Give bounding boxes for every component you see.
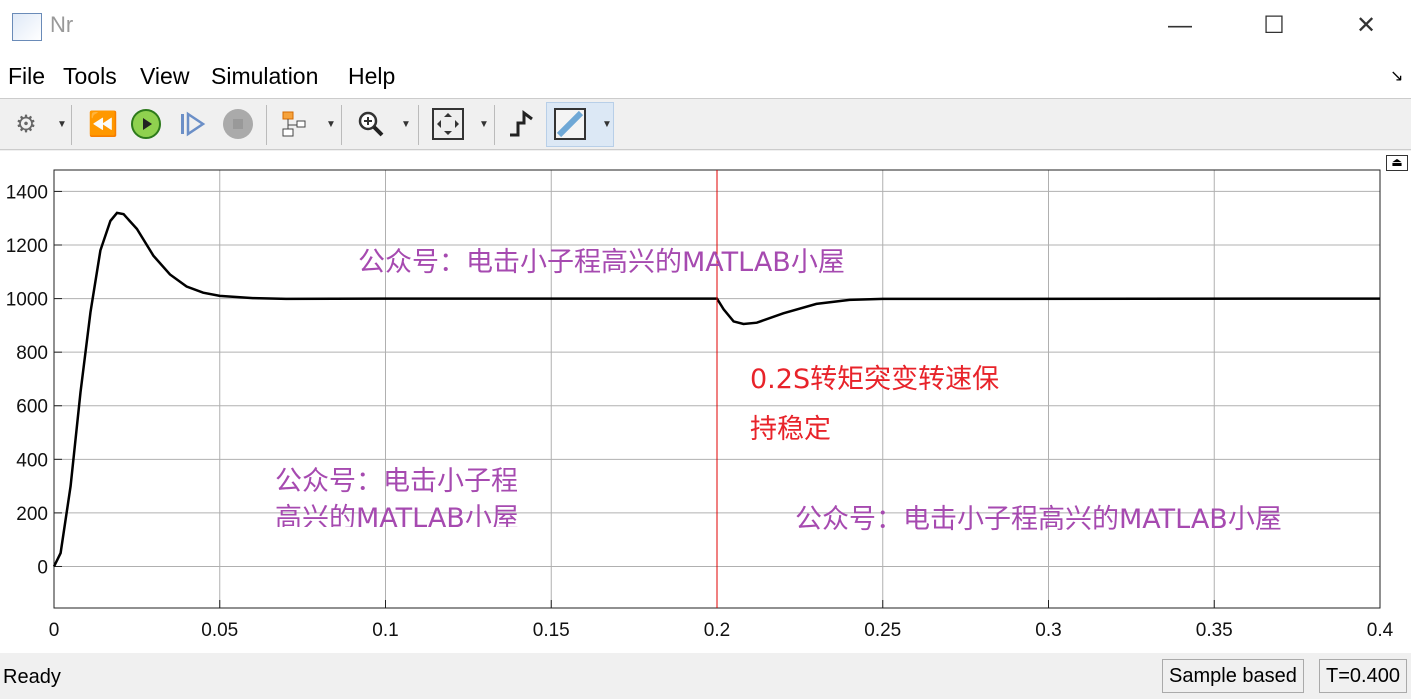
annotation-line: 0.2S转矩突变转速保	[750, 364, 1000, 395]
status-text: Ready	[3, 666, 61, 688]
watermark-line: 公众号：电击小子程	[275, 466, 518, 497]
y-tick-label: 800	[16, 343, 48, 364]
sim-time-indicator: T=0.400	[1319, 659, 1407, 693]
x-tick-label: 0.3	[1035, 620, 1061, 641]
y-tick-label: 0	[37, 557, 48, 578]
x-tick-label: 0.1	[372, 620, 398, 641]
x-tick-label: 0.2	[704, 620, 730, 641]
y-tick-label: 400	[16, 450, 48, 471]
watermark-text: 公众号：电击小子程高兴的MATLAB小屋	[795, 504, 1282, 535]
watermark-block: 公众号：电击小子程 高兴的MATLAB小屋	[275, 465, 519, 527]
y-tick-label: 1000	[6, 290, 48, 311]
scope-chart: 0 0.05 0.1 0.15 0.2 0.25 0.3 0.35 0.4 0 200 400 600 8…	[6, 169, 1394, 641]
x-tick-label: 0.25	[864, 620, 901, 641]
y-tick-label: 1200	[6, 236, 48, 257]
x-tick-label: 0.05	[201, 620, 238, 641]
y-tick-label: 1400	[6, 182, 48, 203]
annotation-line: 持稳定	[750, 414, 831, 445]
watermark-line: 高兴的MATLAB小屋	[275, 503, 519, 527]
x-tick-label: 0	[49, 620, 60, 641]
sample-mode-indicator: Sample based	[1162, 659, 1304, 693]
watermark-text: 公众号：电击小子程高兴的MATLAB小屋	[358, 247, 845, 278]
x-tick-label: 0.35	[1196, 620, 1233, 641]
y-tick-label: 200	[16, 504, 48, 525]
y-tick-label: 600	[16, 397, 48, 418]
x-tick-label: 0.4	[1367, 620, 1394, 641]
x-tick-label: 0.15	[533, 620, 570, 641]
